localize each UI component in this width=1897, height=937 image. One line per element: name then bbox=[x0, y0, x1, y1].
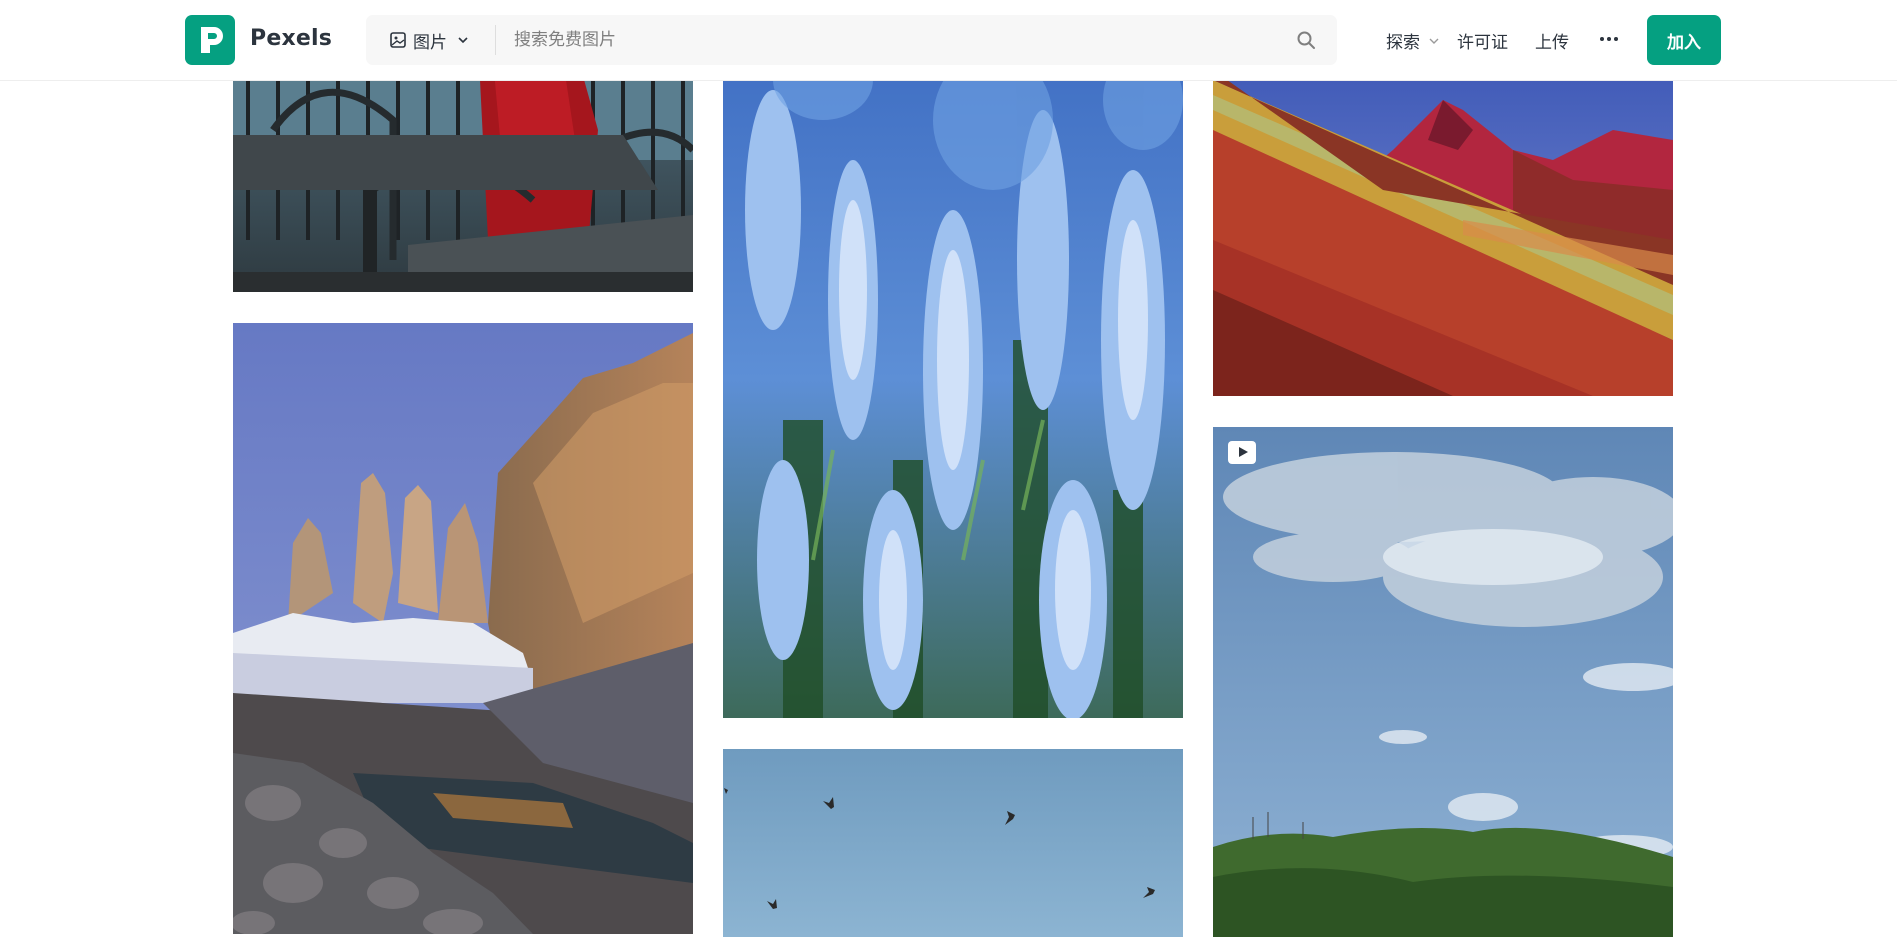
photo-birds-sky[interactable] bbox=[723, 749, 1183, 937]
image-icon bbox=[390, 32, 406, 48]
chevron-down-icon bbox=[458, 37, 468, 44]
pexels-logo-icon[interactable] bbox=[185, 15, 235, 65]
photo-torres-del-paine[interactable] bbox=[233, 323, 693, 934]
photo-lupine-flowers[interactable] bbox=[723, 40, 1183, 718]
nav-explore[interactable]: 探索 bbox=[1386, 28, 1440, 53]
top-navbar: Pexels 图片 探索 许可证 上传 加入 bbox=[0, 0, 1897, 81]
nav-upload[interactable]: 上传 bbox=[1535, 28, 1569, 53]
more-horizontal-icon[interactable] bbox=[1598, 29, 1620, 49]
search-type-label: 图片 bbox=[413, 32, 447, 53]
join-button[interactable]: 加入 bbox=[1647, 15, 1721, 65]
search-icon[interactable] bbox=[1296, 30, 1316, 50]
search-bar: 图片 bbox=[366, 15, 1337, 65]
nav-license[interactable]: 许可证 bbox=[1457, 28, 1508, 53]
video-play-icon bbox=[1228, 441, 1256, 464]
brand-name[interactable]: Pexels bbox=[250, 26, 332, 51]
photo-rainbow-mountain[interactable] bbox=[1213, 40, 1673, 396]
chevron-down-icon bbox=[1429, 38, 1439, 44]
search-input[interactable] bbox=[514, 15, 1284, 65]
photo-sky-hills[interactable] bbox=[1213, 427, 1673, 937]
search-type-dropdown[interactable]: 图片 bbox=[366, 15, 495, 65]
search-divider bbox=[495, 25, 496, 55]
nav-explore-label: 探索 bbox=[1386, 33, 1420, 53]
